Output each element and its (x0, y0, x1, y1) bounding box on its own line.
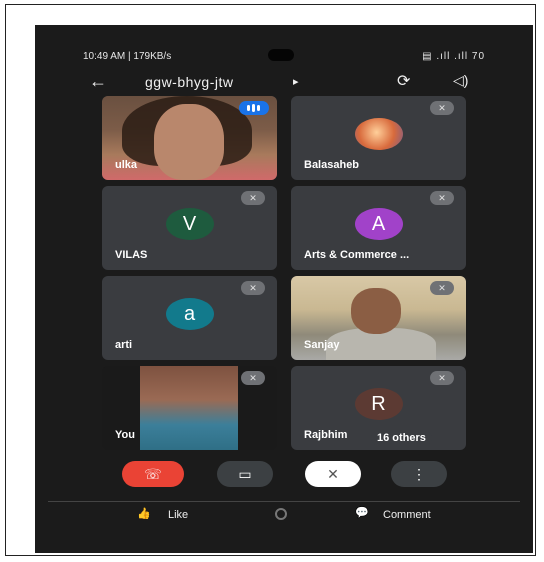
avatar: V (165, 208, 214, 240)
participant-tile-balasaheb[interactable]: ✕ Balasaheb (291, 96, 466, 180)
phone-screen: 10:49 AM | 179KB/s ▤ .ıll .ıll 70 ← ggw-… (35, 25, 533, 553)
mic-off-icon: ✕ (430, 371, 454, 385)
comment-icon[interactable]: 💬 (355, 506, 369, 519)
avatar (354, 118, 403, 150)
others-count-badge[interactable]: 16 others (371, 430, 432, 446)
camera-toggle-button[interactable]: ▭ (217, 461, 273, 487)
mic-off-icon: ✕ (241, 371, 265, 385)
call-controls: ☏ ▭ ✕ ⋮ (35, 461, 533, 491)
record-dot-icon (275, 508, 287, 520)
screenshot-frame: 10:49 AM | 179KB/s ▤ .ıll .ıll 70 ← ggw-… (5, 4, 536, 556)
mic-toggle-button[interactable]: ✕ (305, 461, 361, 487)
social-bar: 👍 Like 💬 Comment (35, 503, 533, 527)
status-bar: 10:49 AM | 179KB/s ▤ .ıll .ıll 70 (35, 47, 533, 65)
participant-name: Sanjay (304, 339, 340, 351)
participant-tile-sanjay[interactable]: ✕ Sanjay (291, 276, 466, 360)
avatar: R (354, 388, 403, 420)
chevron-right-icon[interactable]: ▸ (293, 75, 299, 88)
like-button[interactable]: Like (168, 509, 188, 521)
divider (48, 501, 520, 502)
camera-cutout (268, 49, 294, 61)
status-right: ▤ .ıll .ıll 70 (422, 51, 485, 62)
comment-button[interactable]: Comment (383, 509, 431, 521)
mic-off-icon: ✕ (241, 281, 265, 295)
participant-name: arti (115, 339, 133, 351)
mic-off-icon: ✕ (430, 191, 454, 205)
avatar: A (354, 208, 403, 240)
self-video (140, 366, 238, 450)
participant-name: ulka (115, 159, 138, 171)
speaking-indicator-icon (239, 101, 269, 115)
thumbs-up-icon[interactable]: 👍 (137, 507, 151, 520)
participant-name: VILAS (115, 249, 148, 261)
participant-name: You (115, 429, 135, 441)
participant-tile-rajbhim[interactable]: ✕ R Rajbhim 16 others (291, 366, 466, 450)
meeting-code[interactable]: ggw-bhyg-jtw (145, 74, 233, 90)
participant-name: Balasaheb (304, 159, 360, 171)
participant-tile-you[interactable]: ✕ You (102, 366, 277, 450)
more-options-button[interactable]: ⋮ (391, 461, 447, 487)
mic-off-icon: ✕ (430, 101, 454, 115)
mic-off-icon: ✕ (430, 281, 454, 295)
participant-name: Rajbhim (304, 429, 348, 441)
participant-tile-arti[interactable]: ✕ a arti (102, 276, 277, 360)
speaker-icon[interactable]: ◁) (453, 72, 468, 89)
status-time: 10:49 AM | 179KB/s (83, 51, 172, 62)
participant-name: Arts & Commerce ... (304, 249, 410, 261)
meeting-header: ← ggw-bhyg-jtw ▸ ⟳ ◁) (35, 71, 533, 95)
end-call-button[interactable]: ☏ (122, 461, 184, 487)
participant-tile-vilas[interactable]: ✕ V VILAS (102, 186, 277, 270)
switch-camera-icon[interactable]: ⟳ (397, 71, 410, 91)
participant-tile-ulka[interactable]: ulka (102, 96, 277, 180)
video-face (154, 104, 224, 180)
mic-off-icon: ✕ (241, 191, 265, 205)
back-arrow-icon[interactable]: ← (89, 71, 107, 92)
video-face (351, 288, 401, 334)
participant-tile-arts-commerce[interactable]: ✕ A Arts & Commerce ... (291, 186, 466, 270)
avatar: a (165, 298, 214, 330)
